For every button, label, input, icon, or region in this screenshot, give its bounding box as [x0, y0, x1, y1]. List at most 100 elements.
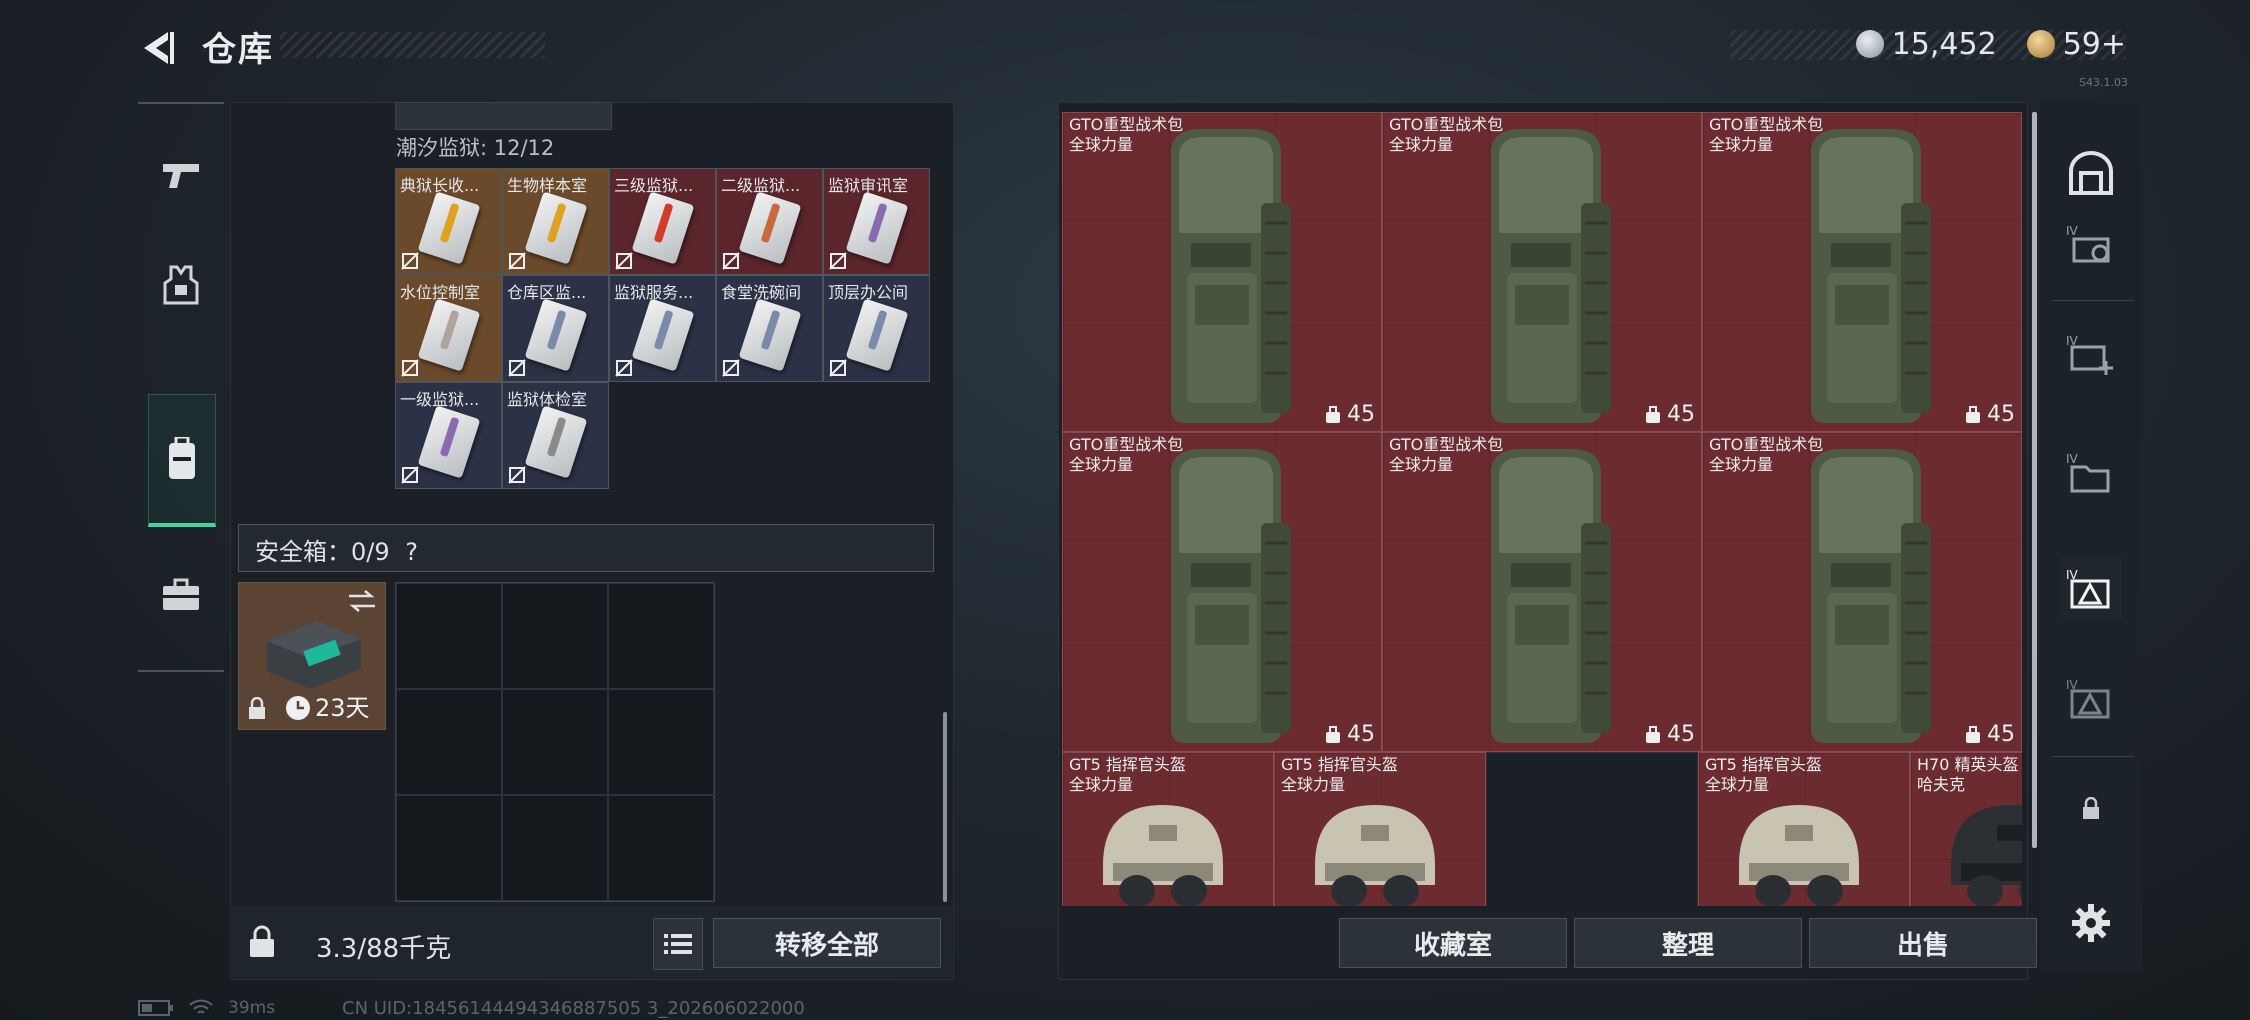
- safe-slot[interactable]: [502, 583, 608, 689]
- safe-box-label: 安全箱：0/9 ?: [255, 532, 418, 567]
- nav-backpack[interactable]: [148, 394, 216, 527]
- no-insure-icon: [722, 252, 740, 270]
- warning-storage-icon: IV: [2066, 568, 2110, 609]
- storage-tab-locked[interactable]: [2060, 778, 2122, 840]
- backpack-image: [1811, 449, 1931, 743]
- list-icon: [664, 934, 692, 954]
- key-card-item[interactable]: 生物样本室: [502, 168, 609, 275]
- gold-amount[interactable]: 59+: [2063, 27, 2126, 62]
- keycard-icon: [417, 191, 481, 265]
- safe-slot[interactable]: [396, 689, 502, 795]
- key-tab-stub[interactable]: [395, 102, 612, 130]
- storage-item-backpack[interactable]: GTO重型战术包 全球力量 45: [1062, 112, 1382, 432]
- safe-slot[interactable]: [502, 689, 608, 795]
- page-title: 仓库: [202, 30, 274, 70]
- no-insure-icon: [615, 252, 633, 270]
- backpack-image: [1491, 449, 1611, 743]
- capacity-icon: [1326, 725, 1340, 743]
- storage-tab-iv-5[interactable]: IV: [2060, 668, 2122, 730]
- gear-icon: [2072, 904, 2110, 942]
- safe-slot[interactable]: [608, 583, 714, 689]
- helmet-image: [1315, 805, 1435, 906]
- storage-item-backpack[interactable]: GTO重型战术包 全球力量 45: [1702, 432, 2022, 752]
- key-card-item[interactable]: 三级监狱...: [609, 168, 716, 275]
- collection-room-button[interactable]: 收藏室: [1339, 918, 1567, 968]
- storage-tab-iv-4-selected[interactable]: IV: [2060, 558, 2122, 620]
- item-count: 45: [1964, 402, 2015, 427]
- carry-weight: 3.3/88千克: [316, 934, 452, 964]
- no-insure-icon: [829, 252, 847, 270]
- storage-grid: GTO重型战术包 全球力量 45 GTO重型战术包 全球力量 45 GTO重型战术包 全球力量…: [1062, 112, 2022, 906]
- key-grid: 典狱长收... 生物样本室 三级监狱... 二级监狱... 监狱审讯室水位控制室 仓库区监…: [395, 168, 930, 489]
- key-card-item[interactable]: 监狱审讯室: [823, 168, 930, 275]
- briefcase-icon: [163, 578, 199, 610]
- weight-lock-button[interactable]: [236, 913, 288, 971]
- backpack-icon: [169, 437, 195, 479]
- key-card-item[interactable]: 一级监狱...: [395, 382, 502, 489]
- storage-scrollbar[interactable]: [2032, 112, 2037, 848]
- storage-item-helmet[interactable]: H70 精英头盔 哈夫克: [1910, 752, 2022, 906]
- safe-slot[interactable]: [608, 795, 714, 901]
- key-card-item[interactable]: 水位控制室: [395, 275, 502, 382]
- storage-item-backpack[interactable]: GTO重型战术包 全球力量 45: [1702, 112, 2022, 432]
- swap-icon[interactable]: [347, 589, 377, 613]
- storage-item-backpack[interactable]: GTO重型战术包 全球力量 45: [1382, 432, 1702, 752]
- item-name: GTO重型战术包 全球力量: [1389, 115, 1504, 154]
- keycard-icon: [524, 298, 588, 372]
- left-category-nav: [138, 102, 224, 672]
- sell-button[interactable]: 出售: [1809, 918, 2037, 968]
- no-insure-icon: [615, 359, 633, 377]
- helmet-image: [1103, 805, 1223, 906]
- keycard-icon: [631, 191, 695, 265]
- nav-equipment[interactable]: [148, 562, 214, 628]
- key-card-item[interactable]: 二级监狱...: [716, 168, 823, 275]
- safe-slot[interactable]: [502, 795, 608, 901]
- storage-item-backpack[interactable]: GTO重型战术包 全球力量 45: [1062, 432, 1382, 752]
- key-card-item[interactable]: 顶层办公间: [823, 275, 930, 382]
- capacity-icon: [1326, 405, 1340, 423]
- item-name: GTO重型战术包 全球力量: [1389, 435, 1504, 474]
- safe-slot[interactable]: [396, 583, 502, 689]
- storage-tab-iv-1[interactable]: IV: [2060, 214, 2122, 276]
- keycard-icon: [845, 191, 909, 265]
- nav-divider: [138, 670, 224, 672]
- sort-button[interactable]: 整理: [1574, 918, 1802, 968]
- gold-coin-icon: [2026, 30, 2055, 58]
- clock-icon: [286, 696, 310, 720]
- key-card-item[interactable]: 典狱长收...: [395, 168, 502, 275]
- empty-storage-slot[interactable]: [1486, 752, 1698, 906]
- backpack-image: [1491, 129, 1611, 423]
- back-arrow-icon[interactable]: [138, 28, 180, 68]
- key-card-item[interactable]: 监狱服务...: [609, 275, 716, 382]
- nav-weapons[interactable]: [148, 142, 214, 208]
- storage-tab-home[interactable]: [2060, 142, 2122, 204]
- nav-armor[interactable]: [148, 252, 214, 318]
- svg-text:IV: IV: [2066, 224, 2079, 238]
- inventory-scrollbar[interactable]: [943, 712, 947, 902]
- storage-item-helmet[interactable]: GT5 指挥官头盔 全球力量: [1062, 752, 1274, 906]
- item-name: H70 精英头盔 哈夫克: [1917, 755, 2019, 794]
- lock-icon: [249, 697, 265, 719]
- safe-box-item[interactable]: 23天: [238, 582, 386, 730]
- no-insure-icon: [401, 252, 419, 270]
- key-card-item[interactable]: 食堂洗碗间: [716, 275, 823, 382]
- help-icon[interactable]: ?: [405, 538, 418, 566]
- storage-item-helmet[interactable]: GT5 指挥官头盔 全球力量: [1274, 752, 1486, 906]
- nav-divider: [138, 102, 224, 104]
- key-card-item[interactable]: 监狱体检室: [502, 382, 609, 489]
- storage-item-backpack[interactable]: GTO重型战术包 全球力量 45: [1382, 112, 1702, 432]
- key-card-item[interactable]: 仓库区监...: [502, 275, 609, 382]
- keycard-icon: [631, 298, 695, 372]
- storage-tab-iv-2[interactable]: IV: [2060, 324, 2122, 386]
- capacity-value: 45: [1667, 402, 1695, 427]
- storage-tab-iv-3[interactable]: IV: [2060, 442, 2122, 504]
- item-name: GT5 指挥官头盔 全球力量: [1705, 755, 1822, 794]
- safe-slot[interactable]: [396, 795, 502, 901]
- no-insure-icon: [829, 359, 847, 377]
- safe-slot[interactable]: [608, 689, 714, 795]
- settings-button[interactable]: [2060, 892, 2122, 954]
- transfer-all-button[interactable]: 转移全部: [713, 918, 941, 968]
- vault-icon: [2069, 151, 2113, 195]
- list-view-button[interactable]: [653, 918, 703, 970]
- storage-item-helmet[interactable]: GT5 指挥官头盔 全球力量: [1698, 752, 1910, 906]
